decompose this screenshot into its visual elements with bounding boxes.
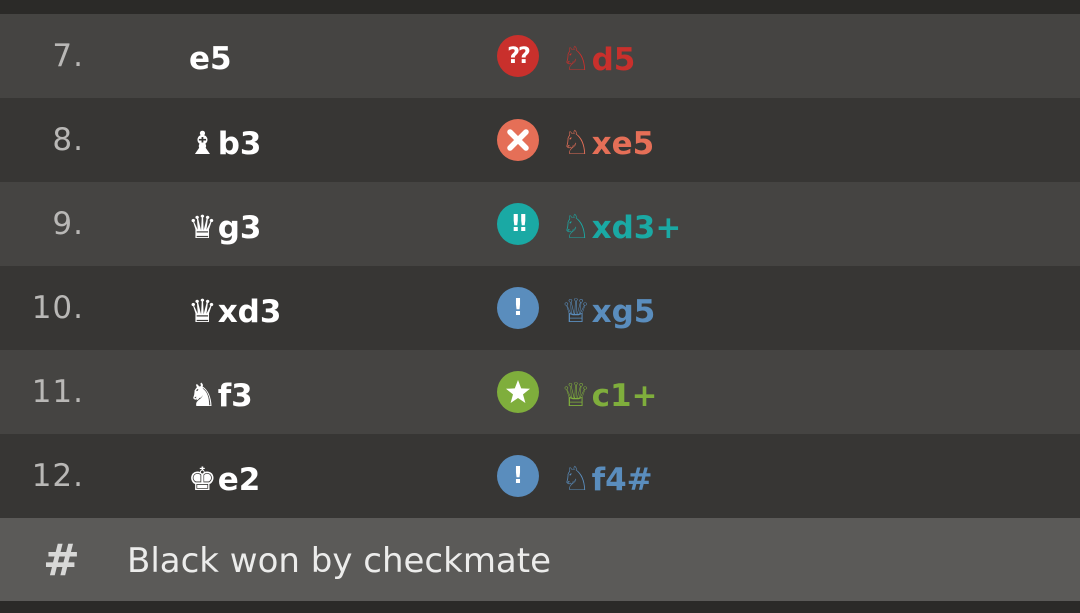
black-move[interactable]: ♘f4# — [561, 434, 653, 518]
game-review-screen: 7. e5 ?? ♘d5 8. ♝b3 ♘xe5 9. ♛g3 !! ♘xd3+… — [0, 0, 1080, 613]
white-move[interactable]: ♞f3 — [188, 350, 253, 434]
checkmate-hash-icon: # — [43, 535, 80, 586]
white-move-text: e2 — [217, 462, 261, 498]
move-list: 7. e5 ?? ♘d5 8. ♝b3 ♘xe5 9. ♛g3 !! ♘xd3+… — [0, 14, 1080, 518]
move-number: 9. — [52, 206, 84, 242]
white-move[interactable]: e5 — [188, 14, 232, 98]
white-move-text: xd3 — [217, 294, 282, 330]
black-move[interactable]: ♘xd3+ — [561, 182, 681, 266]
move-row-9[interactable]: 9. ♛g3 !! ♘xd3+ — [0, 182, 1080, 266]
black-piece-icon: ♘ — [561, 459, 591, 498]
bottom-divider — [0, 601, 1080, 613]
white-move-text: g3 — [217, 210, 262, 246]
move-number: 8. — [52, 122, 84, 158]
white-move-text: e5 — [189, 41, 232, 77]
black-piece-icon: ♕ — [561, 375, 591, 414]
white-piece-icon: ♛ — [188, 208, 217, 246]
game-result-bar: # Black won by checkmate — [0, 518, 1080, 601]
white-move[interactable]: ♛g3 — [188, 182, 261, 266]
white-move[interactable]: ♚e2 — [188, 434, 260, 518]
move-number: 7. — [52, 38, 84, 74]
white-piece-icon: ♝ — [188, 124, 217, 162]
best-move-star-icon — [497, 371, 539, 413]
white-move[interactable]: ♝b3 — [188, 98, 261, 182]
black-move[interactable]: ♘d5 — [561, 14, 635, 98]
black-move[interactable]: ♘xe5 — [561, 98, 654, 182]
brilliant-glyph: !! — [510, 211, 529, 237]
great-move-icon: ! — [497, 287, 539, 329]
blunder-icon: ?? — [497, 35, 539, 77]
move-row-7[interactable]: 7. e5 ?? ♘d5 — [0, 14, 1080, 98]
black-move[interactable]: ♕c1+ — [561, 350, 658, 434]
great-move-icon: ! — [497, 455, 539, 497]
black-move-text: xd3+ — [591, 210, 682, 246]
star-icon — [506, 380, 530, 403]
move-row-11[interactable]: 11. ♞f3 ♕c1+ — [0, 350, 1080, 434]
white-piece-icon: ♞ — [188, 376, 217, 414]
move-row-8[interactable]: 8. ♝b3 ♘xe5 — [0, 98, 1080, 182]
game-result-text: Black won by checkmate — [127, 541, 552, 581]
x-icon — [507, 129, 529, 151]
white-move-text: f3 — [217, 378, 253, 414]
white-piece-icon: ♚ — [188, 460, 217, 498]
black-move-text: f4# — [591, 462, 653, 498]
brilliant-icon: !! — [497, 203, 539, 245]
top-divider — [0, 0, 1080, 14]
move-row-12[interactable]: 12. ♚e2 ! ♘f4# — [0, 434, 1080, 518]
great-glyph: ! — [512, 295, 524, 321]
black-move-text: c1+ — [591, 378, 658, 414]
black-move-text: d5 — [591, 42, 636, 78]
blunder-glyph: ?? — [507, 44, 530, 69]
move-number: 10. — [31, 290, 84, 326]
move-row-10[interactable]: 10. ♛xd3 ! ♕xg5 — [0, 266, 1080, 350]
black-move[interactable]: ♕xg5 — [561, 266, 655, 350]
great-glyph: ! — [512, 463, 524, 489]
white-piece-icon: ♛ — [188, 292, 217, 330]
mistake-x-icon — [497, 119, 539, 161]
black-piece-icon: ♘ — [561, 123, 591, 162]
black-piece-icon: ♕ — [561, 291, 591, 330]
move-number: 11. — [31, 374, 84, 410]
black-move-text: xg5 — [591, 294, 656, 330]
black-piece-icon: ♘ — [561, 207, 591, 246]
move-number: 12. — [31, 458, 84, 494]
black-piece-icon: ♘ — [561, 39, 591, 78]
black-move-text: xe5 — [591, 126, 655, 162]
white-move-text: b3 — [217, 126, 262, 162]
white-move[interactable]: ♛xd3 — [188, 266, 281, 350]
